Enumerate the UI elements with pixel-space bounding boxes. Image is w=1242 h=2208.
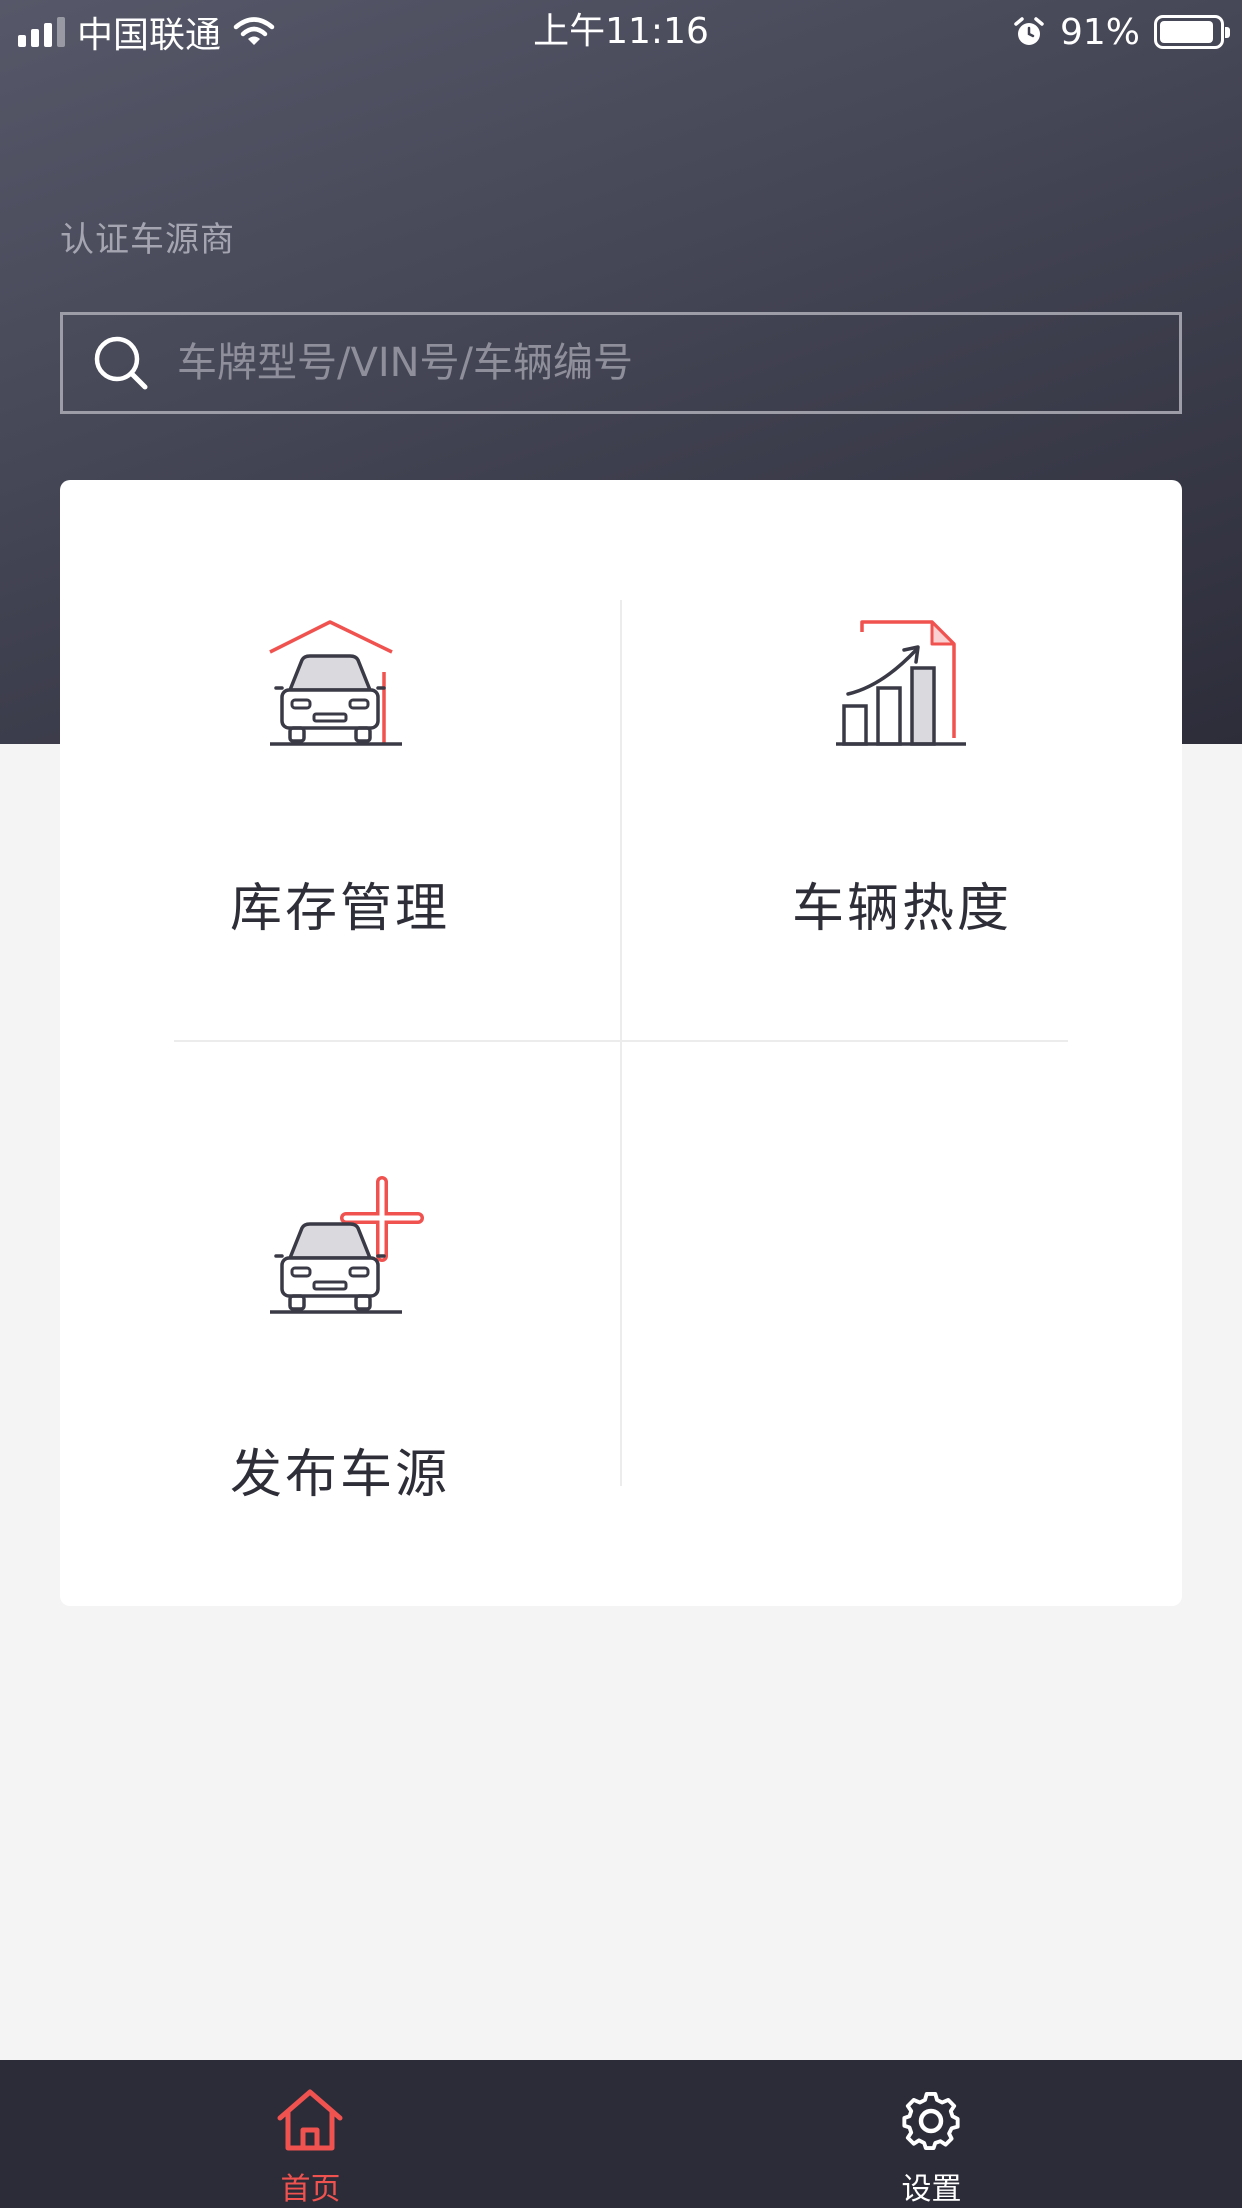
garage-car-icon (269, 620, 402, 746)
home-icon (277, 2089, 343, 2151)
tile-inventory-management[interactable]: 库存管理 (60, 480, 620, 1040)
tab-label: 首页 (280, 2172, 341, 2207)
tile-label: 发布车源 (229, 1445, 450, 1505)
battery-fill (1160, 21, 1213, 43)
battery-icon (1154, 15, 1230, 49)
battery-percent: 91% (1059, 11, 1140, 53)
search-icon (94, 336, 148, 390)
function-card: 库存管理 车辆热度 发布车源 (60, 480, 1182, 1606)
status-bar: 中国联通 上午11:16 91% (0, 0, 1242, 64)
page-subtitle: 认证车源商 (60, 220, 235, 260)
car-add-icon (270, 1176, 424, 1314)
tile-label: 库存管理 (229, 879, 450, 939)
search-input[interactable] (177, 315, 1179, 411)
tab-settings[interactable]: 设置 (621, 2060, 1242, 2208)
tab-label: 设置 (901, 2172, 962, 2207)
trend-chart-icon (836, 620, 966, 746)
bottom-tab-bar: 首页 设置 (0, 2060, 1242, 2208)
tile-label: 车辆热度 (791, 879, 1012, 939)
gear-icon (902, 2091, 960, 2151)
tile-publish-vehicle[interactable]: 发布车源 (60, 1046, 620, 1606)
horizontal-divider (174, 1040, 1068, 1042)
alarm-icon (1014, 17, 1044, 45)
tile-vehicle-popularity[interactable]: 车辆热度 (622, 480, 1182, 1040)
status-right: 91% (1012, 8, 1230, 56)
search-bar[interactable] (60, 312, 1182, 414)
tab-home[interactable]: 首页 (0, 2060, 621, 2208)
